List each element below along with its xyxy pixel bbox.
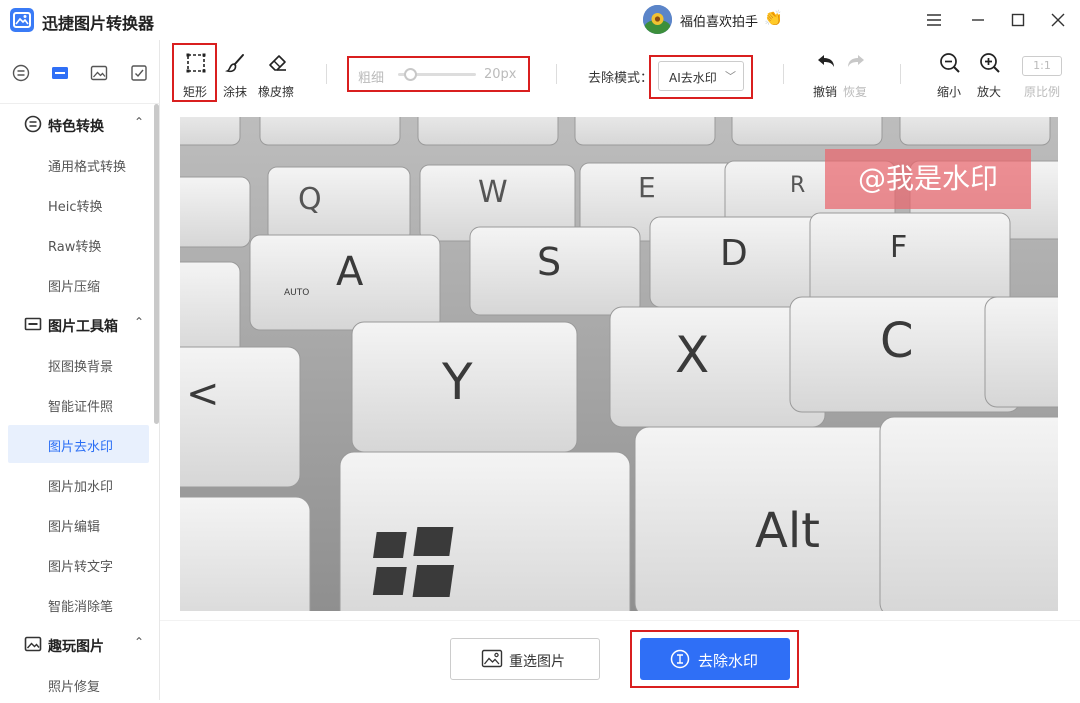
removal-mode-value: AI去水印 xyxy=(669,71,717,85)
svg-text:<: < xyxy=(186,371,220,417)
clap-icon: 👏 xyxy=(764,9,783,27)
svg-text:Q: Q xyxy=(298,182,322,217)
zoom-in-button[interactable]: 放大 xyxy=(968,40,1010,102)
brush-size-value: 20px xyxy=(484,67,517,82)
chevron-up-icon: ⌃ xyxy=(134,635,145,649)
brush-size-slider-handle[interactable] xyxy=(404,68,417,81)
svg-text:E: E xyxy=(638,171,656,204)
smear-tool-label: 涂抹 xyxy=(222,85,247,99)
app-title: 迅捷图片转换器 xyxy=(42,14,155,33)
sidebar-item-general-format[interactable]: 通用格式转换 xyxy=(8,145,149,183)
toolbar-divider xyxy=(900,64,901,84)
sidebar-group-label: 趣玩图片 xyxy=(48,639,104,655)
close-icon[interactable] xyxy=(1046,8,1070,32)
sidebar-group-image-toolbox[interactable]: 图片工具箱 ⌃ xyxy=(0,304,154,344)
redo-button[interactable]: 恢复 xyxy=(834,40,876,102)
editing-toolbar: 矩形 涂抹 橡皮擦 粗细 20px 去除模式： AI去水印 ﹀ 撤销 恢复 缩小… xyxy=(160,40,1080,104)
sidebar-item-ocr[interactable]: 图片转文字 xyxy=(8,545,149,583)
minimize-icon[interactable] xyxy=(966,8,990,32)
sidebar-item-edit[interactable]: 图片编辑 xyxy=(8,505,149,543)
convert-icon xyxy=(24,115,42,133)
title-bar: 迅捷图片转换器 福伯喜欢拍手 👏 xyxy=(0,0,1080,40)
chevron-down-icon: ﹀ xyxy=(725,70,736,83)
image-canvas[interactable]: Q W E R A S D F Y X C Alt < AUTO @我是水印 xyxy=(180,117,1058,611)
sidebar-scrollbar[interactable] xyxy=(154,104,159,424)
sidebar-group-feature-convert[interactable]: 特色转换 ⌃ xyxy=(0,104,154,144)
app-logo-icon xyxy=(10,8,34,32)
svg-text:C: C xyxy=(880,313,914,369)
brush-icon xyxy=(225,52,247,74)
sidebar-group-label: 特色转换 xyxy=(48,119,104,135)
sidebar-item-id-photo[interactable]: 智能证件照 xyxy=(8,385,149,423)
zoom-out-icon xyxy=(939,52,961,74)
toolbar-divider xyxy=(556,64,557,84)
original-ratio-icon: 1:1 xyxy=(1022,56,1062,76)
zoom-out-button[interactable]: 缩小 xyxy=(928,40,970,102)
toolbox-icon xyxy=(24,315,42,333)
svg-text:A: A xyxy=(336,249,364,295)
stamp-icon xyxy=(670,649,690,669)
watermark-overlay: @我是水印 xyxy=(825,149,1031,209)
sidebar-item-add-watermark[interactable]: 图片加水印 xyxy=(8,465,149,503)
image-picker-icon xyxy=(481,649,503,669)
svg-text:R: R xyxy=(790,173,805,198)
check-icon[interactable] xyxy=(130,64,148,82)
svg-text:Y: Y xyxy=(441,353,473,411)
eraser-tool-label: 橡皮擦 xyxy=(257,85,294,99)
svg-text:Alt: Alt xyxy=(755,503,820,559)
convert-icon[interactable] xyxy=(12,64,30,82)
sidebar-group-fun-images[interactable]: 趣玩图片 ⌃ xyxy=(0,624,154,664)
sidebar-item-photo-restore[interactable]: 照片修复 xyxy=(8,665,149,703)
redo-icon xyxy=(845,52,867,74)
reselect-image-label: 重选图片 xyxy=(509,654,565,670)
reselect-image-button[interactable]: 重选图片 xyxy=(450,638,600,680)
user-name[interactable]: 福伯喜欢拍手 xyxy=(680,11,758,30)
toolbox-icon[interactable] xyxy=(51,64,69,82)
removal-mode-select[interactable]: AI去水印 ﹀ xyxy=(658,61,744,91)
toolbar-divider xyxy=(783,64,784,84)
user-avatar[interactable] xyxy=(643,5,672,34)
image-icon[interactable] xyxy=(90,64,108,82)
sidebar-item-heic[interactable]: Heic转换 xyxy=(8,185,149,223)
svg-text:W: W xyxy=(478,175,508,210)
remove-watermark-label: 去除水印 xyxy=(698,652,759,670)
zoom-out-label: 缩小 xyxy=(936,85,961,99)
original-ratio-label: 原比例 xyxy=(1023,85,1060,99)
remove-watermark-button[interactable]: 去除水印 xyxy=(640,638,790,680)
chevron-up-icon: ⌃ xyxy=(134,115,145,129)
redo-label: 恢复 xyxy=(842,85,867,99)
sidebar-item-cutout[interactable]: 抠图换背景 xyxy=(8,345,149,383)
rectangle-select-icon xyxy=(185,52,207,74)
brush-size-label: 粗细 xyxy=(358,71,385,86)
svg-text:S: S xyxy=(537,240,561,284)
maximize-icon[interactable] xyxy=(1006,8,1030,32)
rectangle-tool-label: 矩形 xyxy=(182,85,207,99)
feature-icon-rail xyxy=(0,40,160,104)
smear-tool-button[interactable]: 涂抹 xyxy=(214,40,256,102)
sidebar-nav: 特色转换 ⌃ 通用格式转换 Heic转换 Raw转换 图片压缩 图片工具箱 ⌃ … xyxy=(0,104,160,700)
chevron-up-icon: ⌃ xyxy=(134,315,145,329)
image-icon xyxy=(24,635,42,653)
svg-text:D: D xyxy=(720,233,748,274)
bottom-divider xyxy=(160,620,1080,621)
svg-text:AUTO: AUTO xyxy=(284,288,309,298)
sidebar-group-label: 图片工具箱 xyxy=(48,319,118,335)
zoom-in-icon xyxy=(979,52,1001,74)
eraser-icon xyxy=(267,52,289,74)
zoom-in-label: 放大 xyxy=(976,85,1001,99)
rectangle-tool-button[interactable]: 矩形 xyxy=(174,40,216,102)
sidebar-item-raw[interactable]: Raw转换 xyxy=(8,225,149,263)
sidebar-item-remove-watermark[interactable]: 图片去水印 xyxy=(8,425,149,463)
svg-text:F: F xyxy=(890,230,907,265)
eraser-tool-button[interactable]: 橡皮擦 xyxy=(256,40,296,102)
toolbar-divider xyxy=(326,64,327,84)
removal-mode-label: 去除模式： xyxy=(588,71,654,86)
sidebar-item-smart-eraser[interactable]: 智能消除笔 xyxy=(8,585,149,623)
menu-icon[interactable] xyxy=(922,8,946,32)
sidebar-item-compress[interactable]: 图片压缩 xyxy=(8,265,149,303)
svg-text:X: X xyxy=(675,326,709,384)
